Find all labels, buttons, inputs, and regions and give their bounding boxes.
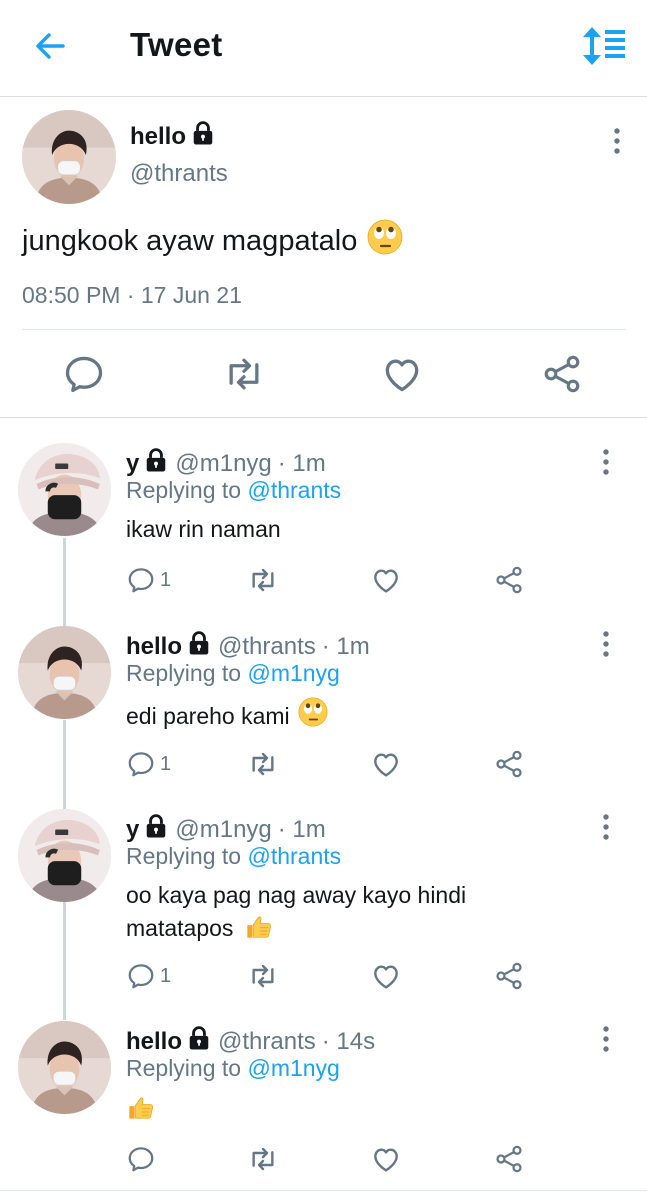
mention-link[interactable]: @m1nyg xyxy=(247,1055,339,1081)
share-icon[interactable] xyxy=(493,959,525,993)
reply-time: · 1m xyxy=(321,632,370,660)
avatar[interactable] xyxy=(18,626,111,719)
retweet-icon[interactable] xyxy=(247,1142,279,1176)
reply-text-content: oo kaya pag nag away kayo hindi matatapo… xyxy=(126,882,467,942)
retweet-icon[interactable] xyxy=(247,747,279,781)
eye-roll-emoji xyxy=(367,219,403,263)
avatar[interactable] xyxy=(22,110,116,204)
reply-header: hello @thrants · 1m xyxy=(126,631,370,662)
reply-text: edi pareho kami xyxy=(126,697,566,735)
like-icon[interactable] xyxy=(380,352,424,396)
reply-time: · 14s xyxy=(321,1027,376,1055)
reply-text: ikaw rin naman xyxy=(126,516,281,542)
share-icon[interactable] xyxy=(493,1142,525,1176)
retweet-icon[interactable] xyxy=(247,563,279,597)
mention-link[interactable]: @m1nyg xyxy=(247,660,339,686)
reply-icon[interactable] xyxy=(62,352,106,396)
reply-tweet[interactable]: hello @thrants · 14s Replying to @m1nyg xyxy=(0,1020,647,1190)
like-icon[interactable] xyxy=(370,747,402,781)
lock-icon xyxy=(188,1026,210,1057)
reply-button[interactable] xyxy=(126,1142,156,1176)
back-arrow-icon[interactable] xyxy=(30,26,70,66)
share-icon[interactable] xyxy=(493,747,525,781)
replying-to-label: Replying to xyxy=(126,477,248,503)
page-title: Tweet xyxy=(130,26,223,63)
share-icon[interactable] xyxy=(493,563,525,597)
tweet-text: jungkook ayaw magpatalo xyxy=(22,219,403,263)
replying-to: Replying to @m1nyg xyxy=(126,660,340,687)
retweet-icon[interactable] xyxy=(222,352,266,396)
lock-icon xyxy=(145,448,167,479)
reply-tweet[interactable]: hello @thrants · 1m Replying to @m1nyg e… xyxy=(0,624,647,804)
reply-header: hello @thrants · 14s xyxy=(126,1026,375,1057)
more-icon[interactable] xyxy=(586,629,610,659)
author-name: hello xyxy=(130,122,187,150)
reply-tweet[interactable]: y @m1nyg · 1m Replying to @thrants ikaw … xyxy=(0,440,647,620)
more-icon[interactable] xyxy=(586,812,610,842)
more-icon[interactable] xyxy=(586,447,610,477)
reply-text: oo kaya pag nag away kayo hindi matatapo… xyxy=(126,879,516,949)
avatar[interactable] xyxy=(18,809,111,902)
mention-link[interactable]: @thrants xyxy=(247,477,341,503)
reply-icon xyxy=(126,961,156,991)
author-name[interactable]: y xyxy=(126,450,139,478)
avatar[interactable] xyxy=(18,443,111,536)
reply-count: 1 xyxy=(160,752,172,775)
sort-icon[interactable] xyxy=(580,24,628,68)
author-name-row[interactable]: hello xyxy=(130,121,214,152)
more-icon[interactable] xyxy=(597,126,621,156)
lock-icon xyxy=(188,631,210,662)
replying-to-label: Replying to xyxy=(126,843,248,869)
retweet-icon[interactable] xyxy=(247,959,279,993)
reply-button[interactable]: 1 xyxy=(126,563,171,597)
author-name[interactable]: hello xyxy=(126,1028,182,1056)
replying-to-label: Replying to xyxy=(126,660,248,686)
lock-icon xyxy=(145,814,167,845)
reply-button[interactable]: 1 xyxy=(126,959,171,993)
reply-header: y @m1nyg · 1m xyxy=(126,448,326,479)
reply-header: y @m1nyg · 1m xyxy=(126,814,326,845)
reply-icon xyxy=(126,749,156,779)
reply-count: 1 xyxy=(160,568,172,591)
more-icon[interactable] xyxy=(586,1024,610,1054)
author-name[interactable]: y xyxy=(126,816,139,844)
thumbs-up-emoji xyxy=(244,911,274,949)
thumbs-up-emoji xyxy=(126,1092,156,1130)
divider xyxy=(22,329,626,330)
like-icon[interactable] xyxy=(370,959,402,993)
reply-text-content: edi pareho kami xyxy=(126,703,290,729)
author-handle[interactable]: @thrants xyxy=(218,1028,316,1056)
top-app-bar: Tweet xyxy=(0,0,647,97)
reply-icon xyxy=(126,1144,156,1174)
share-icon[interactable] xyxy=(540,352,584,396)
eye-roll-emoji xyxy=(298,697,328,735)
replying-to: Replying to @thrants xyxy=(126,477,341,504)
like-icon[interactable] xyxy=(370,1142,402,1176)
replying-to: Replying to @m1nyg xyxy=(126,1055,340,1082)
divider xyxy=(0,1190,647,1191)
like-icon[interactable] xyxy=(370,563,402,597)
reply-time: · 1m xyxy=(277,815,326,843)
tweet-timestamp[interactable]: 08:50 PM · 17 Jun 21 xyxy=(22,282,242,309)
author-handle[interactable]: @thrants xyxy=(130,160,228,188)
reply-time: · 1m xyxy=(277,449,326,477)
lock-icon xyxy=(192,121,214,152)
replying-to-label: Replying to xyxy=(126,1055,248,1081)
avatar[interactable] xyxy=(18,1021,111,1114)
mention-link[interactable]: @thrants xyxy=(247,843,341,869)
reply-count: 1 xyxy=(160,964,172,987)
reply-icon xyxy=(126,565,156,595)
author-handle[interactable]: @thrants xyxy=(218,633,316,661)
main-tweet: hello @thrants jungkook ayaw magpatalo 0… xyxy=(0,97,647,418)
reply-text xyxy=(126,1092,566,1130)
reply-button[interactable]: 1 xyxy=(126,747,171,781)
author-handle[interactable]: @m1nyg xyxy=(175,450,271,478)
replying-to: Replying to @thrants xyxy=(126,843,341,870)
author-name[interactable]: hello xyxy=(126,633,182,661)
tweet-text-content: jungkook ayaw magpatalo xyxy=(22,224,358,257)
reply-tweet[interactable]: y @m1nyg · 1m Replying to @thrants oo ka… xyxy=(0,808,647,1013)
author-handle[interactable]: @m1nyg xyxy=(175,816,271,844)
